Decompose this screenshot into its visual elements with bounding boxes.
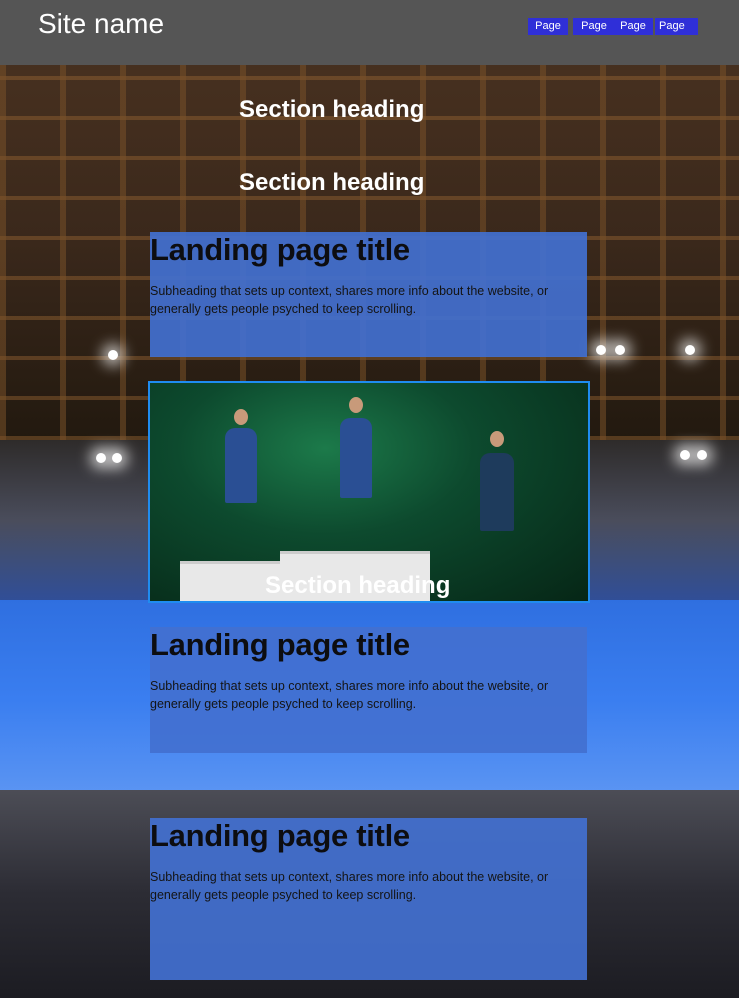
nav-page-4[interactable]: Page — [655, 18, 698, 35]
landing-subheading: Subheading that sets up context, shares … — [150, 284, 549, 316]
arena-light — [596, 345, 606, 355]
landing-card-3: Landing page title Subheading that sets … — [150, 818, 587, 980]
arena-roof — [0, 0, 739, 440]
athlete-head — [234, 409, 248, 425]
athlete-figure — [225, 428, 257, 503]
section-heading-3: Section heading — [265, 572, 451, 599]
athlete-figure — [340, 418, 372, 498]
landing-card-2: Landing page title Subheading that sets … — [150, 627, 587, 753]
athlete-figure — [480, 453, 514, 531]
nav-page-3[interactable]: Page — [613, 18, 653, 35]
arena-light — [615, 345, 625, 355]
arena-light — [96, 453, 106, 463]
landing-card-1: Landing page title Subheading that sets … — [150, 232, 587, 357]
landing-subheading: Subheading that sets up context, shares … — [150, 870, 549, 902]
nav-page-1[interactable]: Page — [528, 18, 568, 35]
landing-title: Landing page title — [150, 818, 410, 853]
podium-photo — [148, 381, 590, 603]
arena-light — [680, 450, 690, 460]
section-heading-1: Section heading — [239, 96, 425, 123]
landing-subheading: Subheading that sets up context, shares … — [150, 679, 549, 711]
landing-title: Landing page title — [150, 627, 410, 662]
arena-light — [108, 350, 118, 360]
nav-bar: Page Page Page Page — [0, 18, 739, 35]
section-heading-2: Section heading — [239, 169, 425, 196]
site-header: Site name Page Page Page Page — [0, 0, 739, 65]
athlete-head — [490, 431, 504, 447]
arena-light — [112, 453, 122, 463]
arena-light — [697, 450, 707, 460]
athlete-head — [349, 397, 363, 413]
nav-page-2[interactable]: Page — [573, 18, 615, 35]
landing-title: Landing page title — [150, 232, 410, 267]
arena-light — [685, 345, 695, 355]
